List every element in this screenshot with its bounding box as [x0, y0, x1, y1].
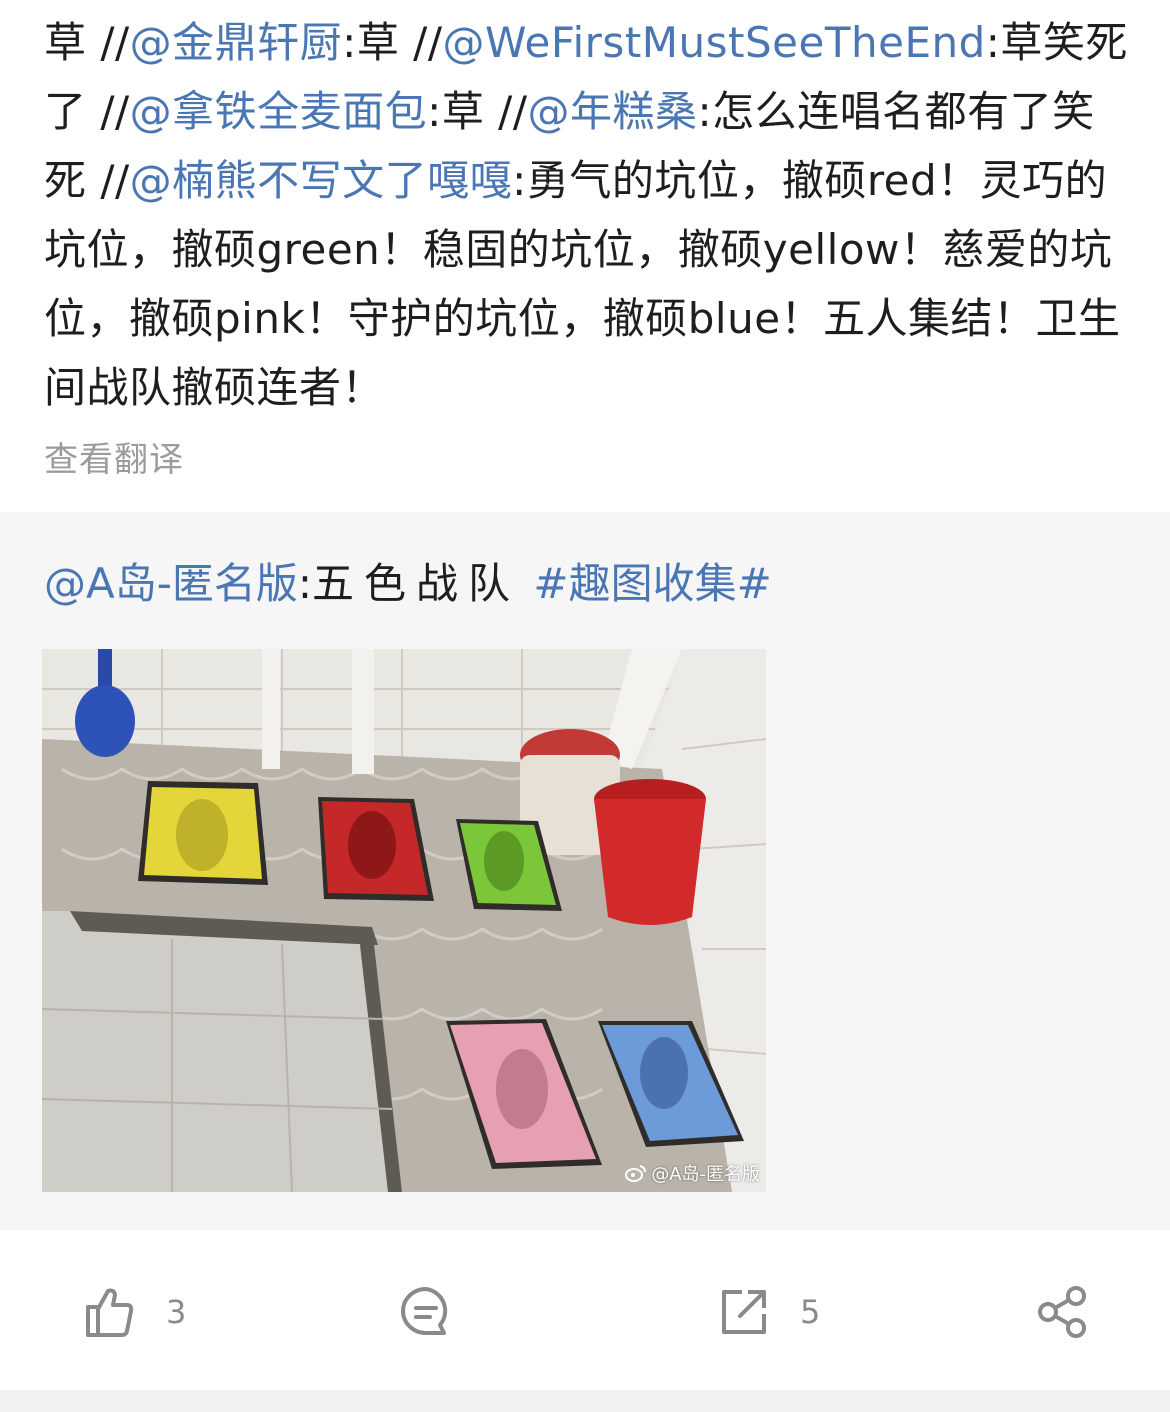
post-text: 草 //@金鼎轩厨:草 //@WeFirstMustSeeTheEnd:草笑死了…	[44, 8, 1134, 422]
watermark-text: @A岛-匿名版	[651, 1164, 760, 1185]
user-mention-link[interactable]: @楠熊不写文了嘎嘎	[130, 156, 513, 205]
repost-card[interactable]: @A岛-匿名版:五色战队 #趣图收集# @A岛-匿名版	[0, 512, 1170, 1230]
share-button[interactable]	[1034, 1280, 1088, 1344]
thumbs-up-icon	[86, 1288, 134, 1337]
post-text-segment: :草 //	[342, 18, 443, 67]
user-mention-link[interactable]: @拿铁全麦面包	[130, 87, 428, 136]
repost-colon: :	[297, 559, 313, 608]
comment-icon	[401, 1287, 448, 1335]
post-text-segment: :草 //	[427, 87, 528, 136]
image-watermark: @A岛-匿名版	[625, 1160, 760, 1186]
repost-image[interactable]: @A岛-匿名版	[42, 649, 766, 1192]
post-body: 草 //@金鼎轩厨:草 //@WeFirstMustSeeTheEnd:草笑死了…	[0, 0, 1170, 512]
user-mention-link[interactable]: @金鼎轩厨	[130, 18, 343, 67]
weibo-logo-icon	[625, 1165, 647, 1182]
user-mention-link[interactable]: @年糕桑	[527, 87, 697, 136]
like-button[interactable]: 3	[82, 1280, 186, 1344]
repost-count: 5	[800, 1293, 821, 1331]
toilet-room-photo	[42, 649, 766, 1192]
like-count: 3	[166, 1293, 187, 1331]
user-mention-link[interactable]: @WeFirstMustSeeTheEnd	[442, 18, 985, 67]
translate-link[interactable]: 查看翻译	[44, 432, 184, 481]
repost-text: @A岛-匿名版:五色战队 #趣图收集#	[44, 552, 772, 616]
repost-button[interactable]: 5	[718, 1280, 820, 1344]
toilet-yellow	[138, 781, 268, 885]
share-nodes-icon	[1038, 1286, 1086, 1338]
comment-button[interactable]	[398, 1280, 484, 1344]
post-text-segment: 草 //	[44, 18, 130, 67]
bottom-divider	[0, 1390, 1170, 1412]
share-box-icon	[722, 1290, 766, 1334]
repost-body-text: 五色战队	[312, 559, 521, 608]
action-bar: 3 5	[0, 1230, 1170, 1390]
repost-author-mention[interactable]: @A岛-匿名版	[44, 559, 298, 608]
hashtag-link[interactable]: #趣图收集#	[533, 559, 771, 608]
toilet-red	[318, 797, 434, 901]
